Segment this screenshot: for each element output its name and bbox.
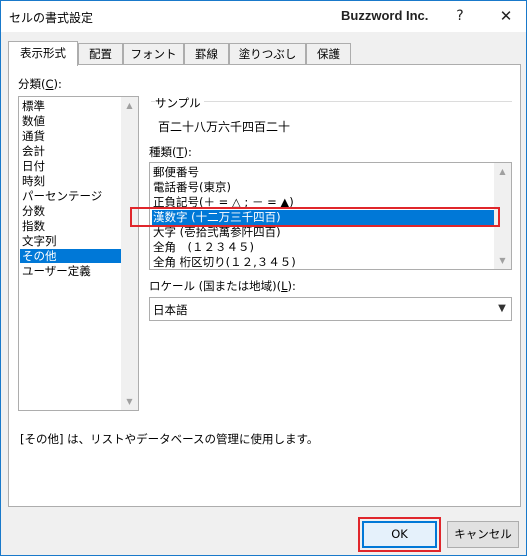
tab-font[interactable]: フォント <box>123 43 184 65</box>
help-button[interactable]: ? <box>437 1 483 32</box>
locale-value: 日本語 <box>153 303 188 317</box>
scroll-down-icon[interactable]: ▼ <box>121 393 138 410</box>
list-item[interactable]: 通貨 <box>20 129 121 143</box>
chevron-down-icon[interactable]: ▼ <box>493 298 511 320</box>
locale-label: ロケール (国または地域)(L): <box>149 279 296 293</box>
scroll-up-icon[interactable]: ▲ <box>494 163 511 180</box>
list-item[interactable]: 時刻 <box>20 174 121 188</box>
list-item[interactable]: 会計 <box>20 144 121 158</box>
tab-border[interactable]: 罫線 <box>184 43 229 65</box>
list-item[interactable]: 日付 <box>20 159 121 173</box>
category-label: 分類(C): <box>18 77 62 91</box>
list-item-selected[interactable]: その他 <box>20 249 121 263</box>
ok-button[interactable]: OK <box>362 521 437 548</box>
list-item[interactable]: 分数 <box>20 204 121 218</box>
sample-caption: サンプル <box>155 95 204 111</box>
dialog-title: セルの書式設定 <box>9 11 94 25</box>
brand-label: Buzzword Inc. <box>341 8 429 23</box>
close-button[interactable]: ✕ <box>483 1 527 32</box>
tab-number[interactable]: 表示形式 <box>8 41 78 66</box>
list-item[interactable]: 大字 (壱拾弐萬参阡四百) <box>152 225 494 240</box>
title-bar: セルの書式設定 Buzzword Inc. ? ✕ <box>1 1 526 32</box>
highlight-box <box>130 207 500 227</box>
list-item[interactable]: 標準 <box>20 99 121 113</box>
scroll-down-icon[interactable]: ▼ <box>494 252 511 269</box>
list-item[interactable]: 数値 <box>20 114 121 128</box>
list-item[interactable]: 電話番号(東京) <box>152 180 494 195</box>
number-tab-panel: 分類(C): 標準 数値 通貨 会計 日付 時刻 パーセンテージ 分数 指数 文… <box>8 64 521 507</box>
list-item[interactable]: 文字列 <box>20 234 121 248</box>
scroll-up-icon[interactable]: ▲ <box>121 97 138 114</box>
locale-select[interactable]: 日本語 ▼ <box>149 297 512 321</box>
list-item[interactable]: 全角 (１２３４５) <box>152 240 494 255</box>
type-label: 種類(T): <box>149 145 192 159</box>
description-text: [その他] は、リストやデータベースの管理に使用します。 <box>20 432 319 446</box>
category-scrollbar[interactable]: ▲ ▼ <box>121 97 138 410</box>
cancel-button[interactable]: キャンセル <box>447 521 519 548</box>
tab-fill[interactable]: 塗りつぶし <box>229 43 306 65</box>
format-cells-dialog: セルの書式設定 Buzzword Inc. ? ✕ 表示形式 配置 フォント 罫… <box>0 0 527 556</box>
category-list[interactable]: 標準 数値 通貨 会計 日付 時刻 パーセンテージ 分数 指数 文字列 その他 … <box>18 96 139 411</box>
list-item[interactable]: ユーザー定義 <box>20 264 121 278</box>
tab-protection[interactable]: 保護 <box>306 43 351 65</box>
list-item[interactable]: 郵便番号 <box>152 165 494 180</box>
sample-value: 百二十八万六千四百二十 <box>158 120 291 134</box>
list-item[interactable]: パーセンテージ <box>20 189 121 203</box>
list-item[interactable]: 指数 <box>20 219 121 233</box>
tab-alignment[interactable]: 配置 <box>78 43 123 65</box>
list-item[interactable]: 全角 桁区切り(１２,３４５) <box>152 255 494 269</box>
